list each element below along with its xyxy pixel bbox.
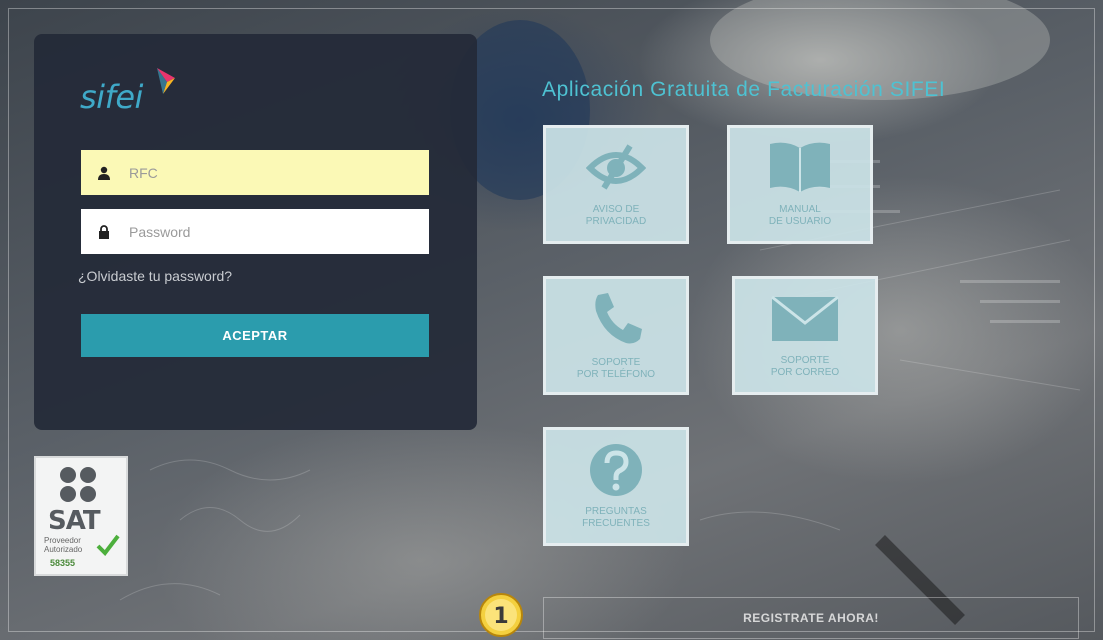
tile-label-line2: PRIVACIDAD bbox=[585, 216, 647, 227]
sat-provider-number: 58355 bbox=[50, 558, 76, 568]
tile-phone-support[interactable]: SOPORTE POR TELÉFONO bbox=[543, 276, 689, 395]
phone-icon bbox=[595, 293, 642, 344]
tile-label-line2: FRECUENTES bbox=[582, 518, 650, 529]
envelope-icon bbox=[771, 295, 839, 341]
sat-subtitle: Proveedor Autorizado bbox=[44, 536, 83, 554]
tile-faq[interactable]: PREGUNTAS FRECUENTES bbox=[543, 427, 689, 546]
lock-icon bbox=[81, 224, 127, 239]
checkmark-icon bbox=[96, 534, 120, 556]
register-button[interactable]: REGISTRATE AHORA! bbox=[543, 597, 1079, 639]
tile-label-line1: PREGUNTAS bbox=[585, 506, 647, 517]
sifei-logo-mark-icon bbox=[157, 68, 175, 94]
sifei-logo: sifei bbox=[80, 78, 143, 116]
forgot-password-link[interactable]: ¿Olvidaste tu password? bbox=[78, 268, 232, 284]
password-input[interactable] bbox=[127, 222, 429, 241]
tile-email-support[interactable]: SOPORTE POR CORREO bbox=[732, 276, 878, 395]
sat-badge: SAT Proveedor Autorizado 58355 bbox=[34, 456, 128, 576]
question-icon bbox=[590, 444, 642, 496]
step-marker-icon: 1 bbox=[479, 593, 523, 637]
sat-logo-icon bbox=[60, 467, 96, 502]
tile-label-line1: AVISO DE bbox=[592, 204, 640, 215]
app-title: Aplicación Gratuita de Facturación SIFEI bbox=[542, 78, 946, 101]
eye-slash-icon bbox=[586, 144, 646, 190]
tile-label-line2: POR CORREO bbox=[770, 367, 840, 378]
tile-label-line1: SOPORTE bbox=[591, 357, 641, 368]
tile-privacy-notice[interactable]: AVISO DE PRIVACIDAD bbox=[543, 125, 689, 244]
tile-label-line1: MANUAL bbox=[779, 204, 821, 215]
tile-label-line2: DE USUARIO bbox=[768, 216, 832, 227]
rfc-field[interactable] bbox=[81, 150, 429, 195]
step-marker-number: 1 bbox=[493, 604, 508, 629]
book-icon bbox=[770, 142, 830, 192]
tile-label-line1: SOPORTE bbox=[780, 355, 830, 366]
accept-button[interactable]: ACEPTAR bbox=[81, 314, 429, 357]
sat-title: SAT bbox=[48, 506, 101, 536]
tile-user-manual[interactable]: MANUAL DE USUARIO bbox=[727, 125, 873, 244]
user-icon bbox=[81, 166, 127, 180]
rfc-input[interactable] bbox=[127, 163, 429, 182]
tile-label-line2: POR TELÉFONO bbox=[576, 369, 656, 380]
password-field[interactable] bbox=[81, 209, 429, 254]
